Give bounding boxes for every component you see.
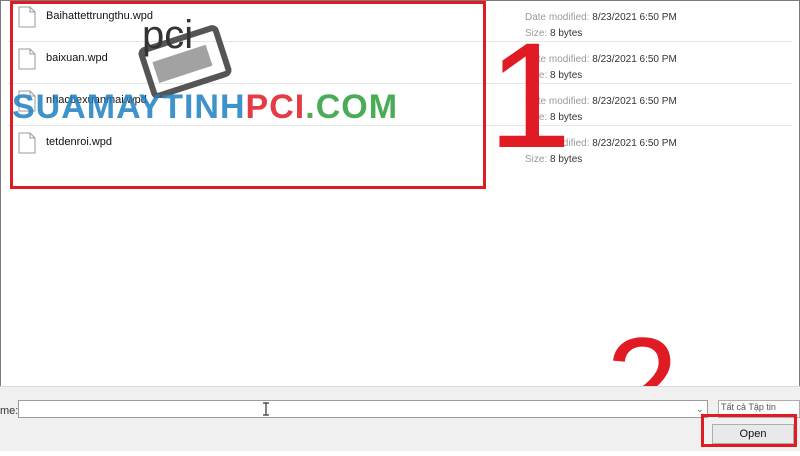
file-name-label: me: <box>0 405 19 417</box>
dialog-bottom-bar <box>0 386 800 451</box>
date-value: 8/23/2021 6:50 PM <box>592 138 677 149</box>
file-name-input[interactable] <box>18 400 708 418</box>
highlight-box-files <box>10 1 486 189</box>
step-number-1: 1 <box>488 11 572 179</box>
text-cursor-icon <box>263 402 269 416</box>
date-value: 8/23/2021 6:50 PM <box>592 96 677 107</box>
date-value: 8/23/2021 6:50 PM <box>592 54 677 65</box>
date-value: 8/23/2021 6:50 PM <box>592 12 677 23</box>
highlight-box-open <box>701 414 797 447</box>
